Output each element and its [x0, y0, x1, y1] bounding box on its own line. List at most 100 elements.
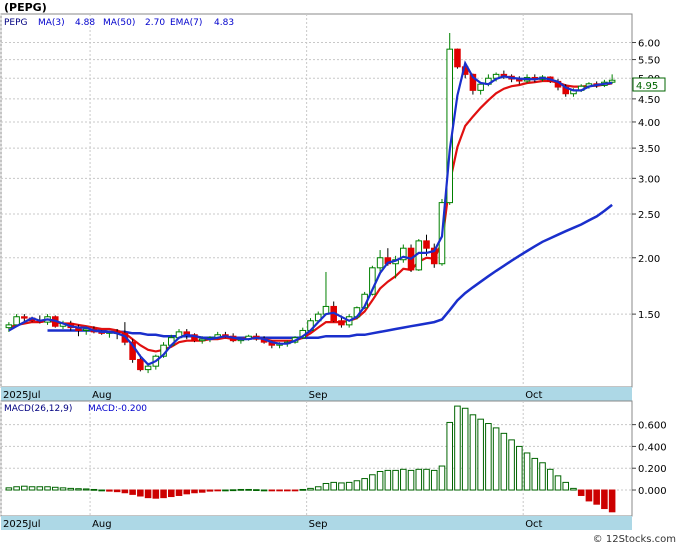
macd-bar [222, 489, 229, 492]
candle-body [338, 320, 345, 326]
macd-bar [51, 486, 59, 491]
macd-bar [430, 469, 438, 491]
macd-bar [446, 421, 453, 491]
macd-bar [5, 487, 13, 491]
macd-bar [469, 414, 477, 491]
macd-bar [106, 489, 113, 492]
macd-bar [570, 487, 577, 491]
macd-tick-label: 0.600 [638, 421, 667, 432]
macd-bar [90, 488, 98, 491]
macd-bar [59, 487, 67, 491]
macd-bar [160, 489, 167, 499]
macd-bar [477, 418, 484, 491]
macd-bar [175, 489, 183, 496]
macd-bar [438, 465, 446, 491]
macd-bar [21, 485, 28, 491]
macd-bar [98, 489, 105, 492]
macd-label: MACD(26,12,9) [4, 404, 72, 414]
macd-bar [539, 462, 546, 491]
candle-body [423, 240, 430, 249]
macd-x-label: 2025Jul [3, 519, 41, 530]
macd-bar [345, 481, 353, 491]
macd-bar [307, 487, 314, 491]
watermark: © 12Stocks.com [593, 534, 676, 545]
candle-body [5, 324, 13, 329]
macd-bar [577, 489, 585, 496]
price-tick-label: 6.00 [638, 39, 660, 50]
macd-bar [376, 470, 384, 491]
macd-bar [82, 488, 90, 491]
macd-y-axis: 0.600 0.400 0.200 0.000 [632, 421, 667, 497]
macd-x-label: Aug [92, 519, 112, 530]
macd-bar [28, 486, 36, 491]
macd-bar [245, 488, 252, 491]
macd-bar [516, 445, 523, 491]
macd-bar [113, 489, 121, 493]
candle-body [376, 257, 384, 269]
ema7-label: EMA(7) [170, 18, 202, 28]
macd-bar [485, 423, 492, 491]
macd-bar [191, 489, 198, 494]
macd-bar [268, 489, 276, 492]
macd-bar [322, 482, 330, 491]
macd-bar [260, 489, 268, 492]
ema7-value: 4.83 [214, 18, 234, 28]
macd-bar [137, 489, 144, 497]
macd-x-label: Sep [309, 519, 328, 530]
ticker-title: (PEPG) [4, 1, 47, 14]
macd-bar [531, 457, 539, 491]
macd-tick-label: 0.200 [638, 464, 667, 475]
macd-bar [546, 468, 554, 491]
macd-bar [229, 489, 237, 492]
macd-bar [585, 489, 593, 502]
macd-bar [461, 407, 469, 491]
macd-tick-label: 0.000 [638, 486, 667, 497]
macd-bar [67, 487, 75, 491]
macd-bar [198, 489, 206, 493]
ma50-value: 2.70 [145, 18, 165, 28]
candle-body [144, 365, 152, 371]
macd-bar [13, 486, 20, 491]
macd-x-label: Oct [525, 519, 542, 530]
macd-bar [168, 489, 175, 498]
macd-bar [129, 489, 136, 495]
candle-body [454, 48, 461, 68]
macd-value: MACD:-0.200 [88, 404, 147, 414]
chart-canvas: 6.005.505.004.504.003.503.002.502.001.50… [0, 1, 676, 545]
macd-bar [608, 489, 616, 513]
macd-bar [206, 489, 214, 492]
macd-bar [314, 486, 322, 491]
macd-bar [415, 468, 423, 491]
ma3-value: 4.88 [75, 18, 95, 28]
macd-bar [276, 489, 283, 492]
ma50-label: MA(50) [103, 18, 135, 28]
macd-bar [183, 489, 191, 495]
macd-bar [284, 489, 291, 492]
macd-bar [36, 486, 44, 491]
candle-body [198, 338, 206, 342]
candle-body [13, 316, 20, 326]
macd-bar [121, 489, 129, 494]
candle-body [608, 79, 616, 83]
candle-body [21, 316, 28, 319]
price-x-label: Aug [92, 390, 112, 401]
price-badge: 4.95 [636, 81, 658, 92]
macd-bar [237, 488, 245, 491]
macd-bar [299, 488, 307, 491]
price-tick-label: 1.50 [638, 310, 660, 321]
price-tick-label: 3.00 [638, 174, 660, 185]
candle [454, 48, 461, 69]
price-x-label: 2025Jul [3, 390, 41, 401]
price-tick-label: 2.00 [638, 254, 660, 265]
macd-bar [369, 474, 376, 491]
macd-bar [508, 439, 515, 491]
macd-bar [75, 488, 82, 491]
price-tick-label: 4.50 [638, 95, 660, 106]
macd-bar [353, 480, 361, 491]
macd-bar [500, 432, 508, 491]
macd-bar [330, 481, 337, 491]
macd-bar [423, 468, 430, 491]
candle-body [137, 358, 144, 371]
macd-bar [554, 475, 562, 491]
price-tick-label: 3.50 [638, 144, 660, 155]
